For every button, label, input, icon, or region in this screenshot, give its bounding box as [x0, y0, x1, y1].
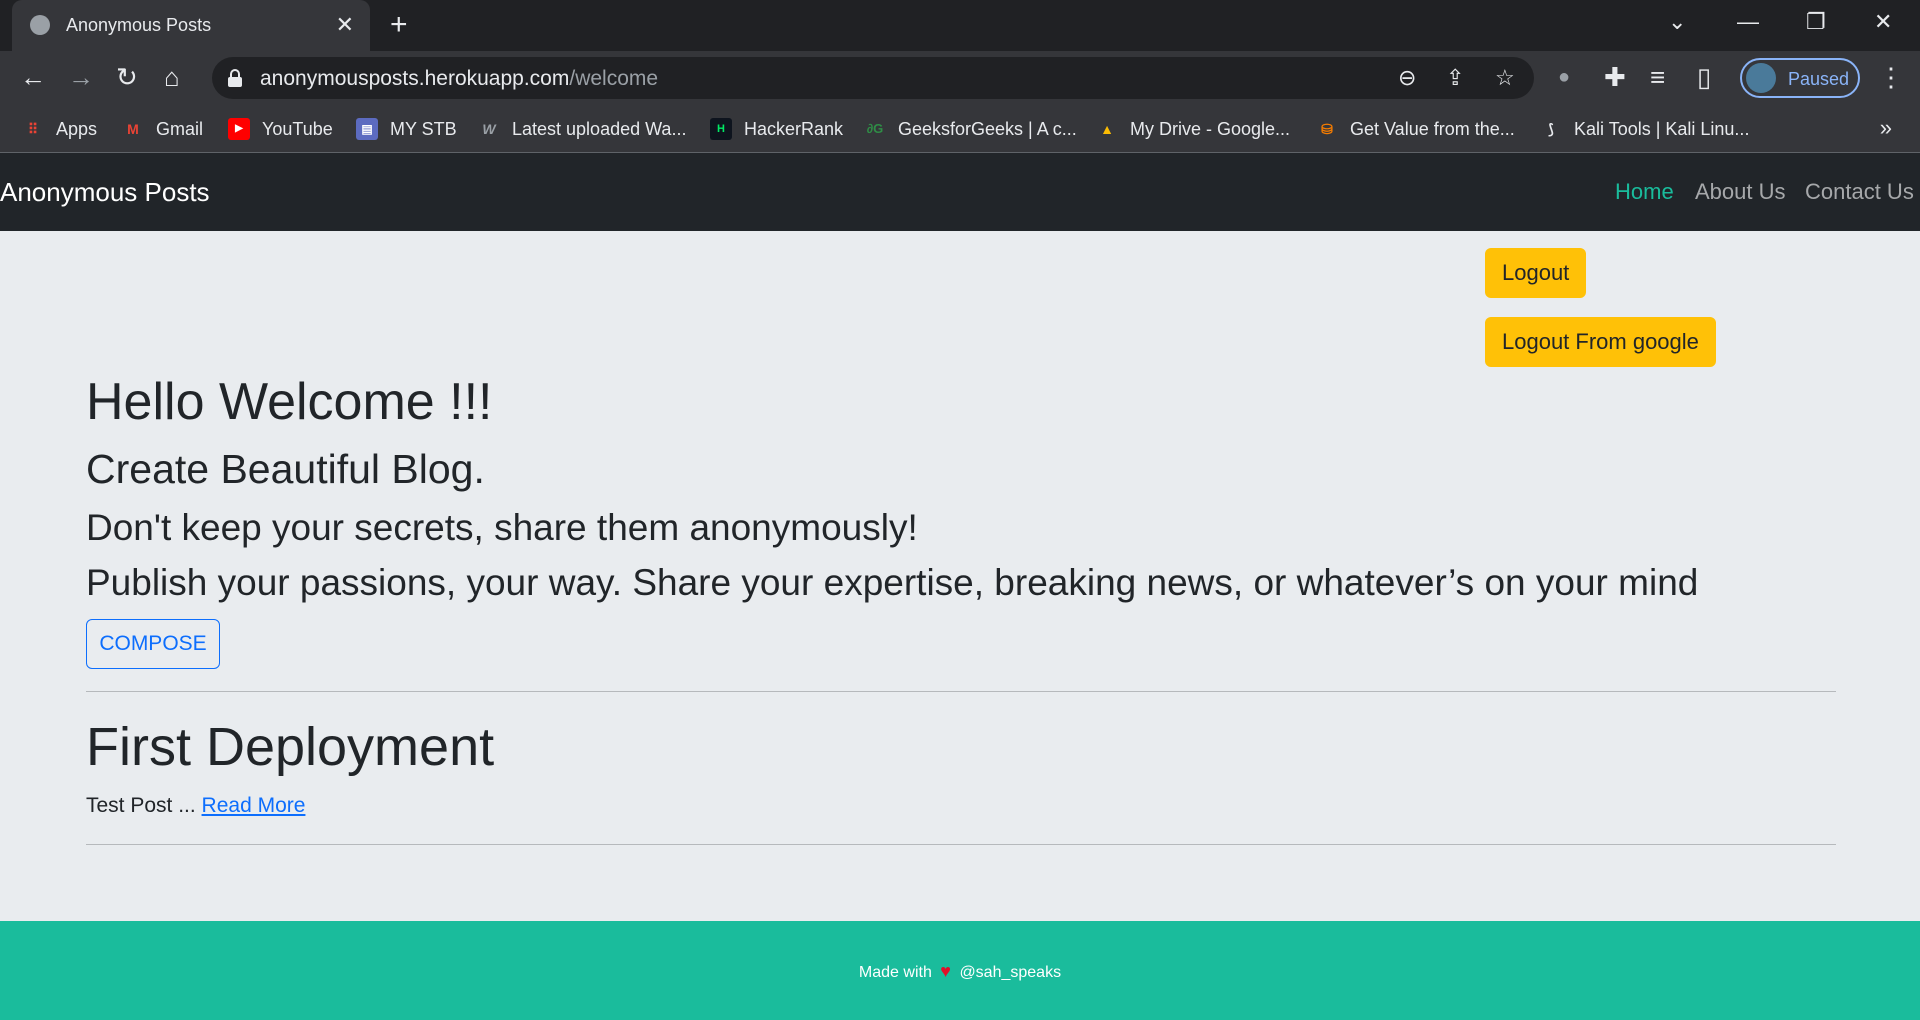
value-icon: ⛁: [1321, 121, 1333, 137]
close-window-icon[interactable]: ✕: [1874, 8, 1892, 36]
kali-dragon-icon: ⟆: [1548, 121, 1554, 137]
tab-search-chevron-icon[interactable]: ⌄: [1668, 8, 1686, 36]
nav-link-about-us[interactable]: About Us: [1695, 179, 1786, 205]
site-navbar: Anonymous Posts Home About Us Contact Us: [0, 153, 1920, 231]
share-icon[interactable]: ⇪: [1446, 65, 1464, 91]
bookmark-get-value[interactable]: ⛁ Get Value from the...: [1316, 117, 1515, 141]
menu-kebab-icon[interactable]: ⋮: [1878, 62, 1904, 92]
divider: [86, 691, 1836, 692]
logout-button[interactable]: Logout: [1485, 248, 1587, 298]
globe-icon: [30, 15, 50, 35]
reload-icon[interactable]: ↻: [116, 62, 138, 92]
tab-title: Anonymous Posts: [66, 15, 212, 35]
extension-mouse-icon[interactable]: ●: [1558, 62, 1570, 92]
browser-chrome: Anonymous Posts ✕ + ⌄ — ❐ ✕ ← → ↻ ⌂ anon…: [0, 0, 1920, 153]
address-bar[interactable]: anonymousposts.herokuapp.com/welcome ⊖ ⇪…: [212, 57, 1534, 99]
home-icon[interactable]: ⌂: [164, 62, 180, 92]
google-drive-icon: ▲: [1100, 121, 1114, 137]
url-text: anonymousposts.herokuapp.com/welcome: [260, 67, 659, 90]
footer-handle: @sah_speaks: [959, 964, 1062, 981]
page-title: Hello Welcome !!!: [86, 373, 493, 431]
bookmark-hackerrank[interactable]: H HackerRank: [710, 117, 843, 141]
bookmarks-bar: ⠿ Apps M Gmail ▶ YouTube ▤ MY STB W Late…: [0, 105, 1920, 153]
read-more-link[interactable]: Read More: [202, 794, 306, 817]
bookmark-my-stb[interactable]: ▤ MY STB: [356, 117, 457, 141]
forward-arrow-icon[interactable]: →: [68, 62, 94, 92]
back-arrow-icon[interactable]: ←: [20, 62, 46, 92]
close-tab-icon[interactable]: ✕: [336, 12, 354, 38]
nav-link-contact-us[interactable]: Contact Us: [1805, 179, 1914, 205]
avatar: [1746, 63, 1776, 93]
profile-status: Paused: [1788, 69, 1850, 89]
post-excerpt: Test Post ... Read More: [86, 794, 306, 817]
hackerrank-icon: H: [710, 118, 732, 140]
bookmark-apps[interactable]: ⠿ Apps: [22, 117, 97, 141]
profile-button[interactable]: Paused: [1740, 58, 1860, 98]
restore-icon[interactable]: ❐: [1806, 8, 1826, 36]
bookmark-kali-tools[interactable]: ⟆ Kali Tools | Kali Linu...: [1540, 117, 1749, 141]
youtube-icon: ▶: [228, 118, 250, 140]
bookmark-geeksforgeeks[interactable]: ∂G GeeksforGeeks | A c...: [864, 117, 1077, 141]
hero-subtitle: Create Beautiful Blog.: [86, 446, 485, 492]
gmail-icon: M: [127, 121, 139, 137]
bookmark-wallpapers[interactable]: W Latest uploaded Wa...: [478, 117, 686, 141]
new-tab-icon[interactable]: +: [390, 8, 408, 42]
stb-icon: ▤: [356, 118, 378, 140]
footer-credit: Made with ♥ @sah_speaks: [858, 961, 1062, 981]
tab-strip: Anonymous Posts ✕ + ⌄ — ❐ ✕: [0, 0, 1920, 51]
bookmark-gmail[interactable]: M Gmail: [122, 117, 203, 141]
logout-google-button[interactable]: Logout From google: [1485, 317, 1716, 367]
footer: Made with ♥ @sah_speaks: [0, 921, 1920, 1020]
more-bookmarks-chevron-icon[interactable]: »: [1880, 115, 1892, 141]
heart-icon: ♥: [940, 961, 951, 981]
star-bookmark-icon[interactable]: ☆: [1495, 65, 1515, 91]
extensions-puzzle-icon[interactable]: ✚: [1604, 62, 1626, 92]
geeksforgeeks-icon: ∂G: [866, 121, 884, 136]
minimize-icon[interactable]: —: [1737, 8, 1759, 36]
browser-tab[interactable]: Anonymous Posts ✕: [12, 0, 370, 51]
apps-grid-icon: ⠿: [27, 121, 39, 137]
bookmark-youtube[interactable]: ▶ YouTube: [228, 117, 333, 141]
lock-icon: [228, 69, 242, 87]
zoom-icon[interactable]: ⊖: [1398, 65, 1416, 91]
media-queue-icon[interactable]: ≡: [1650, 62, 1665, 92]
side-panel-icon[interactable]: ▯: [1697, 62, 1711, 92]
wallpaper-w-icon: W: [482, 121, 496, 137]
post-title: First Deployment: [86, 717, 495, 777]
browser-toolbar: ← → ↻ ⌂ anonymousposts.herokuapp.com/wel…: [0, 51, 1920, 105]
divider: [86, 844, 1836, 845]
nav-link-home[interactable]: Home: [1615, 179, 1674, 205]
navbar-brand[interactable]: Anonymous Posts: [0, 177, 210, 208]
bookmark-google-drive[interactable]: ▲ My Drive - Google...: [1096, 117, 1290, 141]
compose-button[interactable]: COMPOSE: [86, 619, 220, 669]
hero-tagline: Don't keep your secrets, share them anon…: [86, 507, 918, 548]
hero-description: Publish your passions, your way. Share y…: [86, 562, 1699, 603]
